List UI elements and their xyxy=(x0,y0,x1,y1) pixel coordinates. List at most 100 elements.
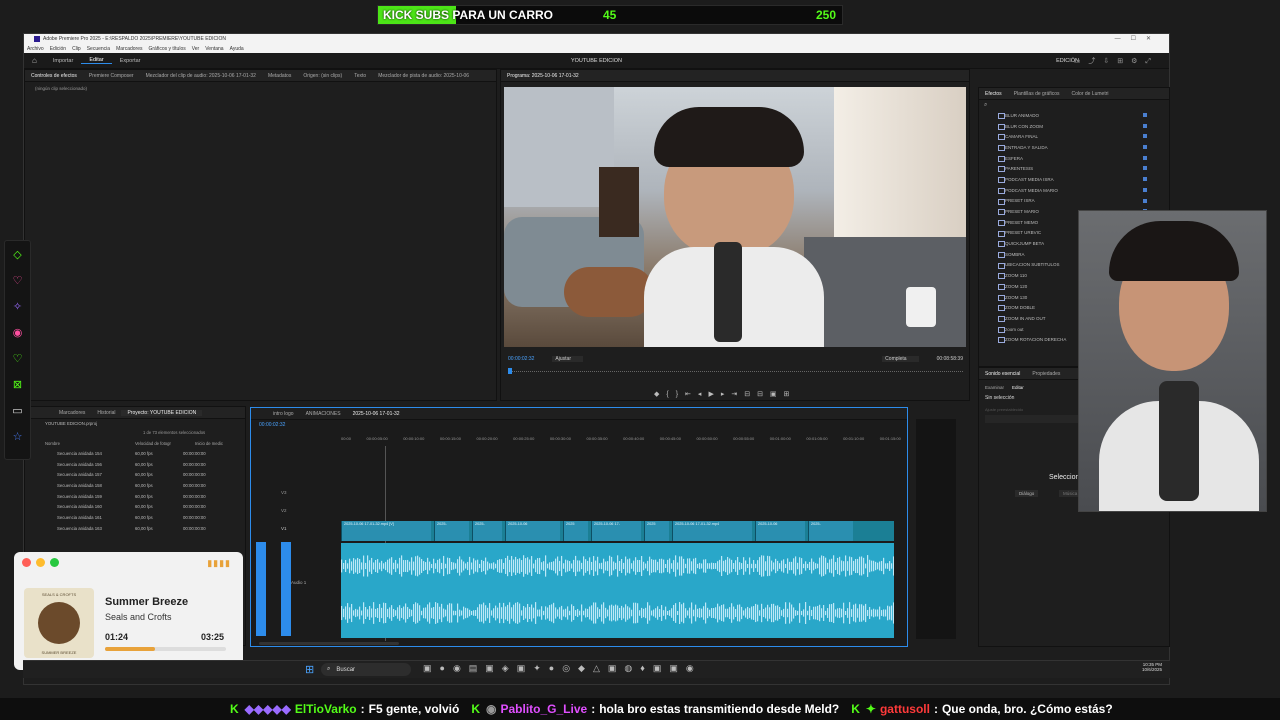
effect-preset-item[interactable]: CAMARA FINAL xyxy=(979,131,1169,142)
effects-search[interactable]: ⌕ xyxy=(979,100,1169,110)
effect-preset-item[interactable]: PODCAST MEDIA MARIO xyxy=(979,185,1169,196)
waveform-bar xyxy=(639,560,641,572)
effect-preset-item[interactable]: PARENTESIS xyxy=(979,163,1169,174)
tab-graphics-templates[interactable]: Plantillas de gráficos xyxy=(1008,91,1066,97)
effect-preset-item[interactable]: ESFERA xyxy=(979,153,1169,164)
home-icon[interactable]: ⌂ xyxy=(24,56,45,65)
video-clip[interactable]: 2025-10-06 17- xyxy=(591,521,641,541)
project-row[interactable]: Secuencia anidada 160 60,00 fps 00:00:00:0… xyxy=(45,501,245,512)
project-row[interactable]: Secuencia anidada 161 60,00 fps 00:00:00:0… xyxy=(45,512,245,523)
tab-sequence[interactable]: 2025-10-06 17-01-32 xyxy=(347,411,406,417)
video-clip[interactable]: 2025-10-06 17-01-32.mp4 [V] xyxy=(341,521,431,541)
tab-premiere-composer[interactable]: Premiere Composer xyxy=(83,73,140,79)
quality-dropdown[interactable]: Completa xyxy=(882,356,919,362)
tab-essential-sound[interactable]: Sonido esencial xyxy=(979,371,1026,377)
timeline-timecode[interactable]: 00:00:02:32 xyxy=(259,422,285,428)
col-fps[interactable]: Velocidad de fotogr xyxy=(135,441,175,446)
video-clip[interactable]: 2025-10-06 xyxy=(505,521,560,541)
tab-text[interactable]: Texto xyxy=(348,73,372,79)
tab-track-mixer[interactable]: Mezclador de pista de audio: 2025-10-06 xyxy=(372,73,475,79)
fit-dropdown[interactable]: Ajustar xyxy=(552,356,583,362)
tab-effect-controls[interactable]: Controles de efectos xyxy=(25,73,83,79)
menu-marcadores[interactable]: Marcadores xyxy=(116,46,142,52)
project-row[interactable]: Secuencia anidada 157 60,00 fps 00:00:00:0… xyxy=(45,469,245,480)
effect-preset-item[interactable]: ENTRADA Y SALIDA xyxy=(979,142,1169,153)
col-start[interactable]: Inicio de medic xyxy=(195,441,223,446)
tab-intro-logo[interactable]: intro logo xyxy=(251,411,300,417)
track-progress-bar[interactable] xyxy=(105,647,226,651)
menu-secuencia[interactable]: Secuencia xyxy=(87,46,110,52)
tab-project[interactable]: Proyecto: YOUTUBE EDICION xyxy=(121,409,203,416)
tab-lumetri-color[interactable]: Color de Lumetri xyxy=(1066,91,1115,97)
tab-effects[interactable]: Efectos xyxy=(979,91,1008,97)
timeline-zoom-scroll[interactable] xyxy=(259,642,399,645)
video-clip[interactable]: 2025- xyxy=(808,521,853,541)
program-timecode[interactable]: 00:00:02:32 xyxy=(508,356,534,362)
kick-icon: K xyxy=(471,702,480,716)
timeline-ruler[interactable]: 00:00 00:00:05:00 00:00:10:00 00:00:15:00 00… xyxy=(341,436,901,444)
video-clip[interactable]: 2025- xyxy=(434,521,469,541)
window-controls[interactable]: —☐✕ xyxy=(1115,35,1161,42)
video-clip[interactable]: 2025 xyxy=(644,521,669,541)
program-playhead[interactable] xyxy=(508,368,512,374)
project-row[interactable]: Secuencia anidada 158 60,00 fps 00:00:00:0… xyxy=(45,480,245,491)
tab-editar[interactable]: Editar xyxy=(81,57,112,64)
project-row[interactable]: Secuencia anidada 159 60,00 fps 00:00:00:0… xyxy=(45,491,245,502)
track-v3[interactable]: V3 xyxy=(281,490,287,495)
col-name[interactable]: Nombre xyxy=(45,441,115,446)
tab-properties[interactable]: Propiedades xyxy=(1026,371,1066,377)
windows-start-icon[interactable]: ⊞ xyxy=(305,663,314,676)
menu-ventana[interactable]: Ventana xyxy=(205,46,223,52)
audio-waveform-a1[interactable] xyxy=(341,543,894,638)
tab-history[interactable]: Historial xyxy=(91,410,121,416)
tab-exportar[interactable]: Exportar xyxy=(112,58,149,64)
menu-edicion[interactable]: Edición xyxy=(50,46,66,52)
tab-metadata[interactable]: Metadatos xyxy=(262,73,297,79)
project-row[interactable]: Secuencia anidada 156 60,00 fps 00:00:00:0… xyxy=(45,459,245,470)
video-track-v1[interactable]: 2025-10-06 17-01-32.mp4 [V] 2025- 2025- 202… xyxy=(341,521,894,541)
close-dot[interactable] xyxy=(22,558,31,567)
menu-ayuda[interactable]: Ayuda xyxy=(230,46,244,52)
menu-clip[interactable]: Clip xyxy=(72,46,81,52)
effect-preset-item[interactable]: PODCAST MEDIA ISRA xyxy=(979,174,1169,185)
taskbar-clock[interactable]: 10:35 PM 10/6/2025 xyxy=(1142,662,1162,672)
taskbar-apps[interactable]: ▣●◉▤▣◈▣✦●◎◆△▣◍♦▣▣◉ xyxy=(423,663,702,674)
track-v1[interactable]: V1 xyxy=(281,526,287,531)
tab-markers[interactable]: Marcadores xyxy=(25,410,91,416)
header-icons[interactable]: ▭⤴⇩⊞⚙⤢ xyxy=(1074,56,1159,66)
source-patch-a1[interactable] xyxy=(256,542,266,636)
transport-controls[interactable]: ◆{}⇤◂▶▸⇥⊟⊟▣⊞ xyxy=(654,390,864,400)
waveform-bar xyxy=(381,560,383,572)
waveform-bar xyxy=(733,563,735,569)
waveform-bar xyxy=(443,555,445,577)
project-row[interactable]: Secuencia anidada 163 60,00 fps 00:00:00:0… xyxy=(45,523,245,534)
waveform-bar xyxy=(553,561,555,571)
track-v2[interactable]: V2 xyxy=(281,508,287,513)
menu-graficos[interactable]: Gráficos y títulos xyxy=(148,46,185,52)
waveform-bar xyxy=(505,558,507,574)
project-row[interactable]: Secuencia anidada 154 60,00 fps 00:00:00:0… xyxy=(45,448,245,459)
menu-archivo[interactable]: Archivo xyxy=(27,46,44,52)
video-clip[interactable]: 2025 xyxy=(563,521,588,541)
maximize-dot[interactable] xyxy=(50,558,59,567)
target-a1[interactable] xyxy=(281,542,291,636)
video-clip[interactable]: 2025-10-06 17-01-32.mp4 xyxy=(672,521,752,541)
effect-preset-item[interactable]: BLUR CON ZOOM xyxy=(979,121,1169,132)
tab-source[interactable]: Origen: (sin clips) xyxy=(297,73,348,79)
tab-editar-es[interactable]: Editar xyxy=(1012,385,1024,390)
menu-ver[interactable]: Ver xyxy=(192,46,200,52)
minimize-dot[interactable] xyxy=(36,558,45,567)
taskbar-search[interactable]: ⌕ Buscar xyxy=(321,663,411,676)
effect-preset-item[interactable]: BLUR ANIMADO xyxy=(979,110,1169,121)
waveform-bar xyxy=(879,561,881,571)
video-clip[interactable]: 2025-10-06 xyxy=(755,521,805,541)
waveform-bar xyxy=(855,603,857,623)
tab-importar[interactable]: Importar xyxy=(45,58,81,64)
program-scrubber[interactable] xyxy=(508,366,963,372)
effect-preset-item[interactable]: PRESET ISRA xyxy=(979,196,1169,207)
tab-animaciones[interactable]: ANIMACIONES xyxy=(300,411,347,417)
tab-clip-audio-mixer[interactable]: Mezclador del clip de audio: 2025-10-06 … xyxy=(140,73,262,79)
dialog-button[interactable]: Diálogo xyxy=(1015,490,1039,497)
tab-examinar[interactable]: Examinar xyxy=(985,385,1004,390)
video-clip[interactable]: 2025- xyxy=(472,521,502,541)
